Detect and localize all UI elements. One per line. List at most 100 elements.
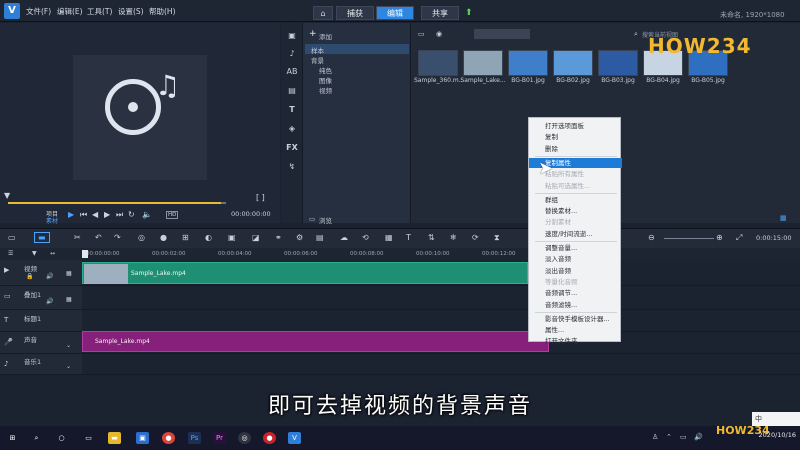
play-button[interactable]: ▶ xyxy=(68,210,74,219)
tree-item-video[interactable]: 视频 xyxy=(319,85,332,95)
context-menu-item[interactable]: 音频滤镜... xyxy=(529,300,622,310)
taskbar-date[interactable]: 2020/10/16 xyxy=(736,431,796,439)
thumbnail-view-icon[interactable]: ▦ xyxy=(780,214,787,222)
scrub-start-marker-icon[interactable]: ▼ xyxy=(4,191,10,200)
audio-duck-icon[interactable]: ⇅ xyxy=(428,233,435,242)
track-lock-icon[interactable]: 🔒 xyxy=(26,273,33,280)
media-thumbnail[interactable] xyxy=(418,50,458,76)
context-menu-item[interactable]: 影音快手模板设计器... xyxy=(529,314,622,324)
track-options-icon[interactable]: ☰ xyxy=(8,250,13,257)
freeze-icon[interactable]: ❄ xyxy=(450,233,457,242)
menu-settings[interactable]: 设置(S) xyxy=(118,6,144,17)
menu-edit[interactable]: 编辑(E) xyxy=(57,6,83,17)
media-icon[interactable]: ▣ xyxy=(285,31,299,43)
tray-chevron-icon[interactable]: ⌃ xyxy=(666,433,672,441)
browse-label[interactable]: 浏览 xyxy=(319,215,332,225)
photoshop-icon[interactable]: Ps xyxy=(188,432,201,444)
video-clip[interactable]: Sample_Lake.mp4 xyxy=(82,262,528,284)
track-toggle-icon[interactable]: ▼ xyxy=(32,250,37,257)
undo-icon[interactable]: ↶ xyxy=(95,233,102,242)
mark-in-button[interactable]: [ ] xyxy=(256,193,265,202)
view-filter-group[interactable] xyxy=(474,29,530,39)
context-menu-item[interactable]: 打开文件夹... xyxy=(529,336,622,346)
add-folder-label[interactable]: 添加 xyxy=(319,31,332,41)
home-button[interactable]: ⌂ xyxy=(313,6,333,20)
store-icon[interactable]: ▣ xyxy=(136,432,149,444)
upload-icon[interactable]: ⬆ xyxy=(465,8,473,18)
file-explorer-icon[interactable]: ▬ xyxy=(108,432,121,444)
repeat-icon[interactable]: ↻ xyxy=(128,210,135,219)
taskbar-search-icon[interactable]: ⌕ xyxy=(30,432,43,444)
tray-network-icon[interactable]: ▭ xyxy=(680,433,687,441)
hd-badge[interactable]: HD xyxy=(166,211,179,219)
split-screen-icon[interactable]: ▦ xyxy=(385,233,393,242)
next-frame-icon[interactable]: ▶ xyxy=(104,210,110,219)
context-menu-item[interactable]: 音频调节... xyxy=(529,288,622,298)
pan-zoom-icon[interactable]: ⟲ xyxy=(362,233,369,242)
menu-help[interactable]: 帮助(H) xyxy=(149,6,176,17)
track-magnet-icon[interactable]: ↔ xyxy=(50,250,55,257)
context-menu-item[interactable]: 淡出音频 xyxy=(529,266,622,276)
tree-item-background[interactable]: 背景 xyxy=(311,55,324,65)
graphic-icon[interactable]: ◈ xyxy=(285,124,299,136)
storyboard-view-icon[interactable]: ▭ xyxy=(8,233,16,242)
overlay-grid-icon[interactable]: ▦ xyxy=(66,296,72,303)
chapter-icon[interactable]: ◐ xyxy=(205,233,212,242)
smart-proxy-icon[interactable]: ◎ xyxy=(138,233,145,242)
title-icon[interactable]: T xyxy=(285,105,299,117)
media-thumbnail[interactable] xyxy=(463,50,503,76)
windows-start-icon[interactable]: ⊞ xyxy=(6,432,19,444)
context-menu-item[interactable]: 打开选项面板 xyxy=(529,121,622,131)
folder-icon[interactable]: ▭ xyxy=(418,30,425,38)
tray-people-icon[interactable]: ♙ xyxy=(652,433,658,441)
multicam-icon[interactable]: ▣ xyxy=(228,233,236,242)
media-player-icon[interactable]: ◎ xyxy=(238,432,251,444)
tree-item-sample[interactable]: 样本 xyxy=(311,45,324,55)
tray-volume-icon[interactable]: 🔊 xyxy=(694,433,703,441)
zoom-slider[interactable] xyxy=(664,238,714,239)
volume-icon[interactable]: 🔈 xyxy=(142,210,152,219)
menu-file[interactable]: 文件(F) xyxy=(26,6,51,17)
timeline-view-icon[interactable]: ▬ xyxy=(34,232,50,243)
motion-icon[interactable]: ⚭ xyxy=(275,233,282,242)
track-mute-icon[interactable]: 🔊 xyxy=(46,273,53,280)
recorder-icon[interactable]: ● xyxy=(263,432,276,444)
premiere-icon[interactable]: Pr xyxy=(213,432,226,444)
redo-icon[interactable]: ↷ xyxy=(114,233,121,242)
fit-icon[interactable]: ⤢ xyxy=(736,233,742,243)
tab-share[interactable]: 共享 xyxy=(421,6,459,20)
task-view-icon[interactable]: ○ xyxy=(55,432,68,444)
context-menu-item[interactable]: 速度/时间流逝... xyxy=(529,229,622,239)
media-thumbnail[interactable] xyxy=(508,50,548,76)
repeat-clip-icon[interactable]: ⟳ xyxy=(472,233,479,242)
start-icon[interactable]: ⏮ xyxy=(80,210,87,220)
voice-expand-icon[interactable]: ⌄ xyxy=(66,342,71,349)
fx-icon[interactable]: FX xyxy=(285,143,299,155)
end-icon[interactable]: ⏭ xyxy=(116,210,123,220)
color-grading-icon[interactable]: ⚙ xyxy=(296,233,303,242)
context-menu-item[interactable]: 属性... xyxy=(529,325,622,335)
context-menu-item[interactable]: 群组 xyxy=(529,195,622,205)
media-thumbnail[interactable] xyxy=(553,50,593,76)
zoom-out-icon[interactable]: ⊖ xyxy=(648,233,655,242)
speech-icon[interactable]: ☁ xyxy=(340,233,348,242)
subtitle-editor-icon[interactable]: ▤ xyxy=(316,233,324,242)
context-menu-item[interactable]: 复制 xyxy=(529,132,622,142)
audio-clip[interactable]: Sample_Lake.mp4 xyxy=(82,331,549,352)
timecode-display[interactable]: 00:00:00:00 xyxy=(231,210,271,218)
chrome-icon[interactable]: ● xyxy=(162,432,175,444)
add-folder-icon[interactable]: + xyxy=(309,29,317,39)
browse-icon[interactable]: ▭ xyxy=(309,215,315,223)
tree-item-color[interactable]: 纯色 xyxy=(319,65,332,75)
transition-icon[interactable]: AB xyxy=(285,67,299,79)
context-menu-item[interactable]: 调整音量... xyxy=(529,243,622,253)
overlay-mute-icon[interactable]: 🔊 xyxy=(46,298,53,305)
music-expand-icon[interactable]: ⌄ xyxy=(66,363,71,370)
time-remap-icon[interactable]: ⧗ xyxy=(494,233,500,243)
context-menu-item[interactable]: 替换素材... xyxy=(529,206,622,216)
record-capture-icon[interactable]: ● xyxy=(160,233,167,242)
videostudio-taskbar-icon[interactable]: V xyxy=(288,432,301,444)
prev-frame-icon[interactable]: ◀ xyxy=(92,210,98,219)
record-icon[interactable]: ◉ xyxy=(436,30,442,38)
menu-tools[interactable]: 工具(T) xyxy=(87,6,112,17)
